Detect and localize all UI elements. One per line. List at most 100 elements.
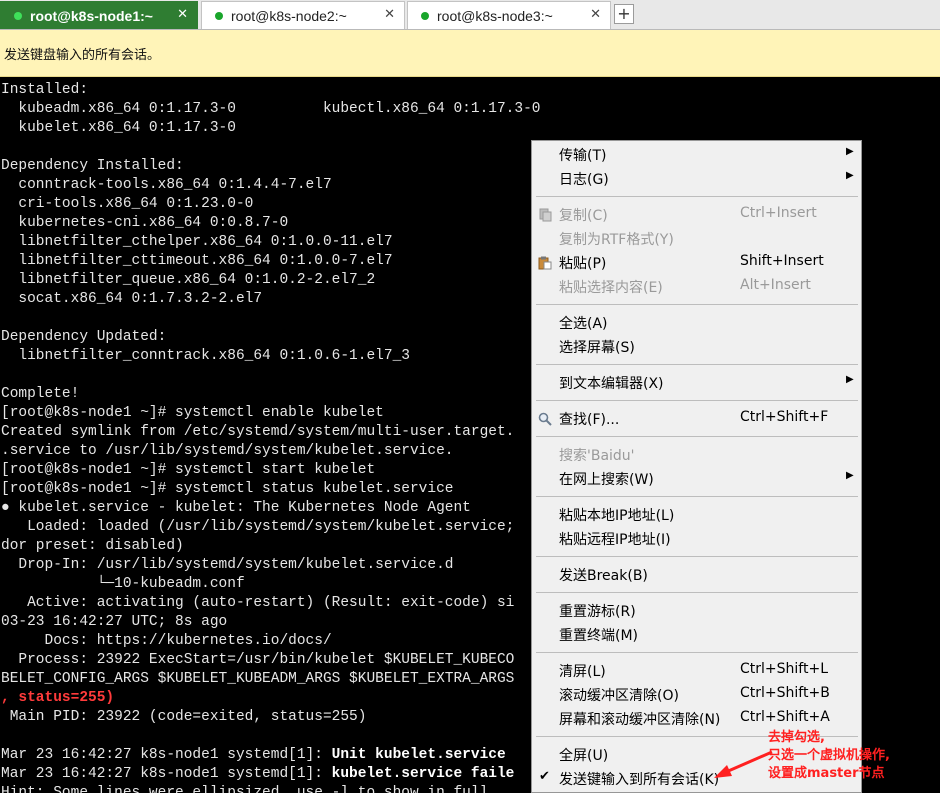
annotation-line: 设置成master节点 [768, 766, 885, 781]
copy-icon [538, 207, 552, 222]
menu-item-select-all[interactable]: 全选(A) [532, 310, 861, 334]
paste-icon [538, 255, 552, 270]
terminal-line: conntrack-tools.x86_64 0:1.4.4-7.el7 [1, 177, 332, 193]
menu-item-send-break[interactable]: 发送Break(B) [532, 562, 861, 586]
menu-item-shortcut: Ctrl+Insert [740, 205, 817, 221]
menu-item-find[interactable]: 查找(F)... Ctrl+Shift+F [532, 406, 861, 430]
terminal-line-prefix: Mar 23 16:42:27 k8s-node1 systemd[1]: [1, 747, 332, 763]
menu-separator [536, 652, 858, 653]
terminal-line: [root@k8s-node1 ~]# systemctl start kube… [1, 462, 376, 478]
menu-item-label: 屏幕和滚动缓冲区清除(N) [559, 712, 721, 728]
submenu-arrow-icon: ▶ [846, 146, 854, 157]
menu-separator [536, 400, 858, 401]
terminal-line: 03-23 16:42:27 UTC; 8s ago [1, 614, 228, 630]
menu-item-label: 重置终端(M) [559, 628, 639, 644]
menu-item-label: 全选(A) [559, 316, 608, 332]
menu-item-shortcut: Ctrl+Shift+F [740, 409, 829, 425]
menu-item-paste[interactable]: 粘贴(P) Shift+Insert [532, 250, 861, 274]
menu-item-shortcut: Ctrl+Shift+L [740, 661, 828, 677]
menu-item-reset-cursor[interactable]: 重置游标(R) [532, 598, 861, 622]
terminal-line: Process: 23922 ExecStart=/usr/bin/kubele… [1, 652, 515, 668]
menu-separator [536, 364, 858, 365]
search-icon [538, 411, 552, 426]
terminal-line: Dependency Updated: [1, 329, 167, 345]
menu-item-label: 复制为RTF格式(Y) [559, 232, 674, 248]
menu-item-label: 到文本编辑器(X) [559, 376, 664, 392]
context-menu: 传输(T) ▶ 日志(G) ▶ 复制(C) Ctrl+Insert 复制为RTF… [531, 140, 862, 793]
tab-node2[interactable]: root@k8s-node2:~ ✕ [201, 1, 405, 29]
menu-separator [536, 436, 858, 437]
tab-node1[interactable]: root@k8s-node1:~ ✕ [0, 1, 198, 29]
menu-item-label: 全屏(U) [559, 748, 609, 764]
terminal-line: Hint: Some lines were ellipsized, use -l… [1, 785, 497, 793]
menu-item-paste-selection[interactable]: 粘贴选择内容(E) Alt+Insert [532, 274, 861, 298]
submenu-arrow-icon: ▶ [846, 374, 854, 385]
terminal-line: kubeadm.x86_64 0:1.17.3-0 kubectl.x86_64… [1, 101, 541, 117]
terminal-line: Dependency Installed: [1, 158, 184, 174]
menu-item-copy-rtf[interactable]: 复制为RTF格式(Y) [532, 226, 861, 250]
terminal-line: Complete! [1, 386, 80, 402]
menu-item-to-text-editor[interactable]: 到文本编辑器(X) ▶ [532, 370, 861, 394]
terminal-line: libnetfilter_conntrack.x86_64 0:1.0.6-1.… [1, 348, 410, 364]
terminal-line: Mar 23 16:42:27 k8s-node1 systemd[1]: Un… [1, 746, 506, 765]
menu-item-label: 复制(C) [559, 208, 608, 224]
terminal-line: Created symlink from /etc/systemd/system… [1, 424, 515, 440]
annotation-arrow-icon [714, 750, 773, 778]
menu-item-clear-scrollback[interactable]: 滚动缓冲区清除(O) Ctrl+Shift+B [532, 682, 861, 706]
terminal-line: Docs: https://kubernetes.io/docs/ [1, 633, 332, 649]
connected-status-icon [215, 12, 223, 20]
menu-separator [536, 304, 858, 305]
submenu-arrow-icon: ▶ [846, 170, 854, 181]
connected-status-icon [421, 12, 429, 20]
terminal-line: libnetfilter_queue.x86_64 0:1.0.2-2.el7_… [1, 272, 376, 288]
tab-label: root@k8s-node3:~ [437, 8, 553, 24]
tab-label: root@k8s-node1:~ [30, 8, 153, 24]
menu-item-paste-local-ip[interactable]: 粘贴本地IP地址(L) [532, 502, 861, 526]
broadcast-input-banner: 发送键盘输入的所有会话。 [0, 30, 940, 77]
terminal-line: .service to /usr/lib/systemd/system/kube… [1, 443, 454, 459]
menu-item-shortcut: Shift+Insert [740, 253, 824, 269]
menu-item-label: 在网上搜索(W) [559, 472, 654, 488]
menu-item-label: 搜索'Baidu' [559, 448, 635, 464]
terminal-line: libnetfilter_cthelper.x86_64 0:1.0.0-11.… [1, 234, 393, 250]
menu-item-label: 传输(T) [559, 148, 607, 164]
terminal-line: └─10-kubeadm.conf [1, 576, 245, 592]
menu-item-shortcut: Ctrl+Shift+A [740, 709, 830, 725]
terminal-line: Mar 23 16:42:27 k8s-node1 systemd[1]: ku… [1, 765, 514, 784]
terminal-line: ● kubelet.service - kubelet: The Kuberne… [1, 500, 471, 516]
new-tab-button[interactable]: + [614, 4, 634, 24]
menu-item-label: 发送Break(B) [559, 568, 648, 584]
annotation-line: 去掉勾选, [768, 730, 825, 745]
menu-separator [536, 556, 858, 557]
terminal-line: cri-tools.x86_64 0:1.23.0-0 [1, 196, 254, 212]
menu-item-label: 日志(G) [559, 172, 609, 188]
close-tab-icon[interactable]: ✕ [177, 7, 188, 22]
terminal-line: dor preset: disabled) [1, 538, 184, 554]
submenu-arrow-icon: ▶ [846, 470, 854, 481]
menu-separator [536, 592, 858, 593]
banner-text: 发送键盘输入的所有会话。 [4, 48, 161, 63]
menu-item-select-screen[interactable]: 选择屏幕(S) [532, 334, 861, 358]
menu-item-paste-remote-ip[interactable]: 粘贴远程IP地址(I) [532, 526, 861, 550]
terminal-line: Active: activating (auto-restart) (Resul… [1, 595, 515, 611]
menu-item-copy[interactable]: 复制(C) Ctrl+Insert [532, 202, 861, 226]
menu-item-search-baidu[interactable]: 搜索'Baidu' [532, 442, 861, 466]
menu-item-label: 查找(F)... [559, 412, 620, 428]
menu-item-log[interactable]: 日志(G) ▶ [532, 166, 861, 190]
menu-item-reset-terminal[interactable]: 重置终端(M) [532, 622, 861, 646]
menu-item-label: 清屏(L) [559, 664, 606, 680]
terminal-line: kubernetes-cni.x86_64 0:0.8.7-0 [1, 215, 289, 231]
close-tab-icon[interactable]: ✕ [590, 7, 601, 22]
terminal-bold-text: kubelet.service faile [331, 766, 515, 782]
menu-item-transfer[interactable]: 传输(T) ▶ [532, 142, 861, 166]
menu-item-label: 发送键输入到所有会话(K) [559, 772, 720, 788]
close-tab-icon[interactable]: ✕ [384, 7, 395, 22]
terminal-line: Drop-In: /usr/lib/systemd/system/kubelet… [1, 557, 454, 573]
terminal-line-prefix: Mar 23 16:42:27 k8s-node1 systemd[1]: [1, 766, 332, 782]
tab-node3[interactable]: root@k8s-node3:~ ✕ [407, 1, 611, 29]
menu-item-label: 粘贴远程IP地址(I) [559, 532, 671, 548]
terminal-line: BELET_CONFIG_ARGS $KUBELET_KUBEADM_ARGS … [1, 671, 515, 687]
annotation-line: 只选一个虚拟机操作, [768, 748, 890, 763]
menu-item-clear-screen[interactable]: 清屏(L) Ctrl+Shift+L [532, 658, 861, 682]
menu-item-web-search[interactable]: 在网上搜索(W) ▶ [532, 466, 861, 490]
